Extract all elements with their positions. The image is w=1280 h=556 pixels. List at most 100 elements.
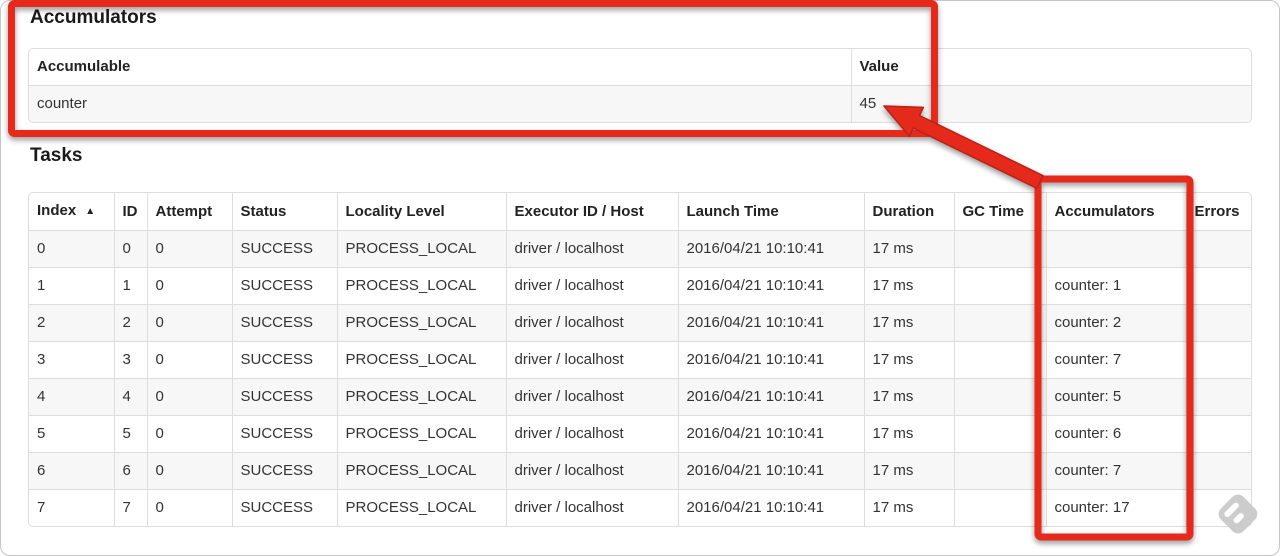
cell-status: SUCCESS <box>231 230 337 268</box>
cell-attempt: 0 <box>146 267 232 305</box>
accumulators-section-title: Accumulators <box>30 7 157 28</box>
table-row: 5 5 0 SUCCESS PROCESS_LOCAL driver / loc… <box>29 415 1251 453</box>
cell-duration: 17 ms <box>863 452 954 490</box>
header-locality-level[interactable]: Locality Level <box>336 193 506 231</box>
cell-duration: 17 ms <box>863 267 954 305</box>
cell-index: 4 <box>29 378 114 416</box>
cell-gc-time <box>953 378 1046 416</box>
cell-accumulators: counter: 17 <box>1045 489 1186 526</box>
cell-gc-time <box>953 267 1046 305</box>
cell-index: 6 <box>29 452 114 490</box>
cell-index: 0 <box>29 230 114 268</box>
cell-gc-time <box>953 230 1046 268</box>
table-row: 4 4 0 SUCCESS PROCESS_LOCAL driver / loc… <box>29 378 1251 416</box>
cell-executor: driver / localhost <box>505 415 678 453</box>
cell-executor: driver / localhost <box>505 304 678 342</box>
cell-locality: PROCESS_LOCAL <box>336 452 506 490</box>
cell-accumulators: counter: 2 <box>1045 304 1186 342</box>
cell-errors <box>1185 304 1251 342</box>
cell-attempt: 0 <box>146 304 232 342</box>
cell-errors <box>1185 341 1251 379</box>
cell-locality: PROCESS_LOCAL <box>336 378 506 416</box>
cell-gc-time <box>953 304 1046 342</box>
cell-accumulators <box>1045 230 1186 268</box>
header-gc-time[interactable]: GC Time <box>953 193 1046 231</box>
header-accumulable[interactable]: Accumulable <box>29 49 851 86</box>
cell-index: 1 <box>29 267 114 305</box>
cell-launch-time: 2016/04/21 10:10:41 <box>677 267 864 305</box>
cell-index: 5 <box>29 415 114 453</box>
cell-launch-time: 2016/04/21 10:10:41 <box>677 304 864 342</box>
cell-status: SUCCESS <box>231 378 337 416</box>
cell-executor: driver / localhost <box>505 378 678 416</box>
header-accumulators[interactable]: Accumulators <box>1045 193 1186 231</box>
header-id[interactable]: ID <box>113 193 147 231</box>
cell-id: 7 <box>113 489 147 526</box>
cell-accumulators: counter: 1 <box>1045 267 1186 305</box>
cell-executor: driver / localhost <box>505 230 678 268</box>
cell-index: 3 <box>29 341 114 379</box>
accumulable-table: Accumulable Value counter 45 <box>28 48 1252 123</box>
cell-id: 0 <box>113 230 147 268</box>
cell-errors <box>1185 415 1251 453</box>
sort-ascending-icon: ▲ <box>85 206 96 217</box>
cell-index: 2 <box>29 304 114 342</box>
cell-locality: PROCESS_LOCAL <box>336 341 506 379</box>
header-value[interactable]: Value <box>850 49 1251 86</box>
cell-errors <box>1185 267 1251 305</box>
header-errors[interactable]: Errors <box>1185 193 1251 231</box>
cell-errors <box>1185 452 1251 490</box>
cell-id: 2 <box>113 304 147 342</box>
cell-id: 1 <box>113 267 147 305</box>
header-index-label: Index <box>37 202 77 219</box>
cell-executor: driver / localhost <box>505 341 678 379</box>
header-index[interactable]: Index ▲ <box>29 193 114 231</box>
cell-launch-time: 2016/04/21 10:10:41 <box>677 230 864 268</box>
cell-duration: 17 ms <box>863 304 954 342</box>
cell-duration: 17 ms <box>863 230 954 268</box>
cell-attempt: 0 <box>146 415 232 453</box>
cell-duration: 17 ms <box>863 489 954 526</box>
cell-accumulable-name: counter <box>29 85 851 122</box>
cell-id: 5 <box>113 415 147 453</box>
cell-locality: PROCESS_LOCAL <box>336 489 506 526</box>
cell-executor: driver / localhost <box>505 267 678 305</box>
cell-locality: PROCESS_LOCAL <box>336 304 506 342</box>
table-header-row: Index ▲ ID Attempt Status Locality Level … <box>29 193 1251 231</box>
header-duration[interactable]: Duration <box>863 193 954 231</box>
cell-duration: 17 ms <box>863 341 954 379</box>
table-row: counter 45 <box>29 85 1251 122</box>
cell-launch-time: 2016/04/21 10:10:41 <box>677 415 864 453</box>
cell-status: SUCCESS <box>231 415 337 453</box>
cell-locality: PROCESS_LOCAL <box>336 267 506 305</box>
header-executor-id-host[interactable]: Executor ID / Host <box>505 193 678 231</box>
cell-accumulators: counter: 7 <box>1045 341 1186 379</box>
table-row: 7 7 0 SUCCESS PROCESS_LOCAL driver / loc… <box>29 489 1251 526</box>
cell-accumulators: counter: 6 <box>1045 415 1186 453</box>
tasks-table: Index ▲ ID Attempt Status Locality Level … <box>28 192 1252 527</box>
header-attempt[interactable]: Attempt <box>146 193 232 231</box>
cell-duration: 17 ms <box>863 415 954 453</box>
cell-launch-time: 2016/04/21 10:10:41 <box>677 378 864 416</box>
cell-status: SUCCESS <box>231 267 337 305</box>
cell-attempt: 0 <box>146 341 232 379</box>
cell-gc-time <box>953 415 1046 453</box>
cell-accumulators: counter: 5 <box>1045 378 1186 416</box>
tasks-section-title: Tasks <box>30 145 83 166</box>
cell-launch-time: 2016/04/21 10:10:41 <box>677 452 864 490</box>
cell-errors <box>1185 230 1251 268</box>
cell-accumulators: counter: 7 <box>1045 452 1186 490</box>
header-launch-time[interactable]: Launch Time <box>677 193 864 231</box>
cell-errors <box>1185 378 1251 416</box>
cell-attempt: 0 <box>146 230 232 268</box>
header-status[interactable]: Status <box>231 193 337 231</box>
cell-id: 3 <box>113 341 147 379</box>
table-row: 0 0 0 SUCCESS PROCESS_LOCAL driver / loc… <box>29 230 1251 268</box>
table-row: 2 2 0 SUCCESS PROCESS_LOCAL driver / loc… <box>29 304 1251 342</box>
cell-executor: driver / localhost <box>505 489 678 526</box>
cell-status: SUCCESS <box>231 452 337 490</box>
cell-status: SUCCESS <box>231 304 337 342</box>
cell-launch-time: 2016/04/21 10:10:41 <box>677 341 864 379</box>
cell-errors <box>1185 489 1251 526</box>
cell-attempt: 0 <box>146 378 232 416</box>
